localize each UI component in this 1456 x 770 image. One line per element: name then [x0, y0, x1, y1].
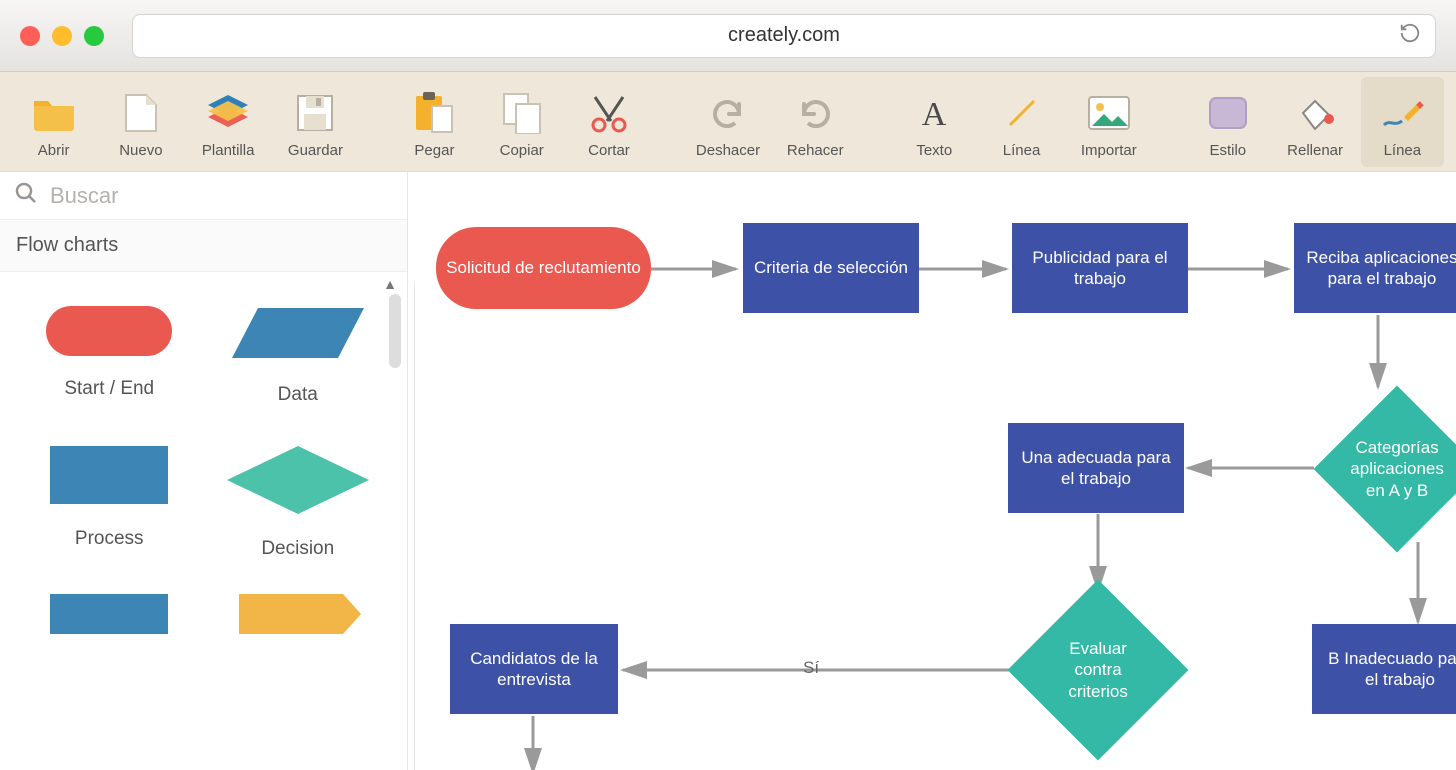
node-publicidad[interactable]: Publicidad para el trabajo [1012, 223, 1188, 313]
save-label: Guardar [288, 142, 343, 159]
scissors-icon [589, 90, 629, 136]
cut-label: Cortar [588, 142, 630, 159]
line-icon [1004, 90, 1040, 136]
new-file-icon [124, 90, 158, 136]
shape-label: Data [278, 384, 318, 406]
new-button[interactable]: Nuevo [99, 77, 182, 167]
node-reciba[interactable]: Reciba aplicaciones para el trabajo [1294, 223, 1456, 313]
node-label: Candidatos de la entrevista [460, 648, 608, 691]
style-button[interactable]: Estilo [1186, 77, 1269, 167]
copy-button[interactable]: Copiar [480, 77, 563, 167]
folder-icon [32, 90, 76, 136]
style-label: Estilo [1209, 142, 1246, 159]
copy-label: Copiar [500, 142, 544, 159]
save-button[interactable]: Guardar [274, 77, 357, 167]
shape-start-end[interactable]: Start / End [20, 300, 199, 406]
node-label: Publicidad para el trabajo [1022, 247, 1178, 290]
shape-extra-2[interactable] [209, 594, 388, 634]
shape-label: Start / End [64, 378, 154, 400]
text-label: Texto [916, 142, 952, 159]
node-label: B Inadecuado para el trabajo [1322, 648, 1456, 691]
url-text: creately.com [728, 24, 840, 47]
browser-chrome: creately.com [0, 0, 1456, 72]
maximize-window-button[interactable] [84, 26, 104, 46]
edge-label-si: Sí [803, 658, 819, 678]
node-label: Una adecuada para el trabajo [1018, 447, 1174, 490]
shape-data[interactable]: Data [209, 300, 388, 406]
url-bar[interactable]: creately.com [132, 14, 1436, 58]
new-label: Nuevo [119, 142, 162, 159]
reload-icon[interactable] [1399, 22, 1421, 50]
category-label: Flow charts [16, 234, 118, 257]
open-button[interactable]: Abrir [12, 77, 95, 167]
node-label: Categorías aplicaciones en A y B [1348, 437, 1446, 501]
shapes-category-header[interactable]: Flow charts [0, 220, 407, 272]
svg-text:A: A [922, 96, 947, 131]
paste-button[interactable]: Pegar [393, 77, 476, 167]
toolbar: Abrir Nuevo Plantilla Guardar Pegar Copi… [0, 72, 1456, 172]
shapes-sidebar: Flow charts ▲ Start / End Data Process [0, 172, 408, 770]
node-solicitud[interactable]: Solicitud de reclutamiento [436, 227, 651, 309]
text-button[interactable]: A Texto [893, 77, 976, 167]
close-window-button[interactable] [20, 26, 40, 46]
template-label: Plantilla [202, 142, 255, 159]
cut-button[interactable]: Cortar [567, 77, 650, 167]
clipboard-icon [414, 90, 454, 136]
template-button[interactable]: Plantilla [187, 77, 270, 167]
line-button[interactable]: Línea [980, 77, 1063, 167]
redo-button[interactable]: Rehacer [774, 77, 857, 167]
pencil-line-icon [1380, 90, 1424, 136]
shape-decision[interactable]: Decision [209, 440, 388, 560]
copy-icon [502, 90, 542, 136]
node-label: Evaluar contra criterios [1044, 638, 1152, 702]
shape-extra-1[interactable] [20, 594, 199, 634]
node-evaluar[interactable]: Evaluar contra criterios [1007, 579, 1188, 760]
shape-label: Process [75, 528, 144, 550]
undo-icon [709, 90, 747, 136]
fill-label: Rellenar [1287, 142, 1343, 159]
undo-label: Deshacer [696, 142, 760, 159]
image-icon [1088, 90, 1130, 136]
line-label: Línea [1003, 142, 1041, 159]
node-candidatos[interactable]: Candidatos de la entrevista [450, 624, 618, 714]
window-controls [20, 26, 104, 46]
fill-button[interactable]: Rellenar [1273, 77, 1356, 167]
text-icon: A [916, 90, 952, 136]
search-input[interactable] [50, 183, 393, 209]
undo-button[interactable]: Deshacer [686, 77, 769, 167]
node-label: Reciba aplicaciones para el trabajo [1304, 247, 1456, 290]
minimize-window-button[interactable] [52, 26, 72, 46]
shape-process[interactable]: Process [20, 440, 199, 560]
search-icon[interactable] [14, 181, 38, 210]
import-label: Importar [1081, 142, 1137, 159]
line-style-label: Línea [1384, 142, 1422, 159]
main-area: Flow charts ▲ Start / End Data Process [0, 172, 1456, 770]
redo-icon [796, 90, 834, 136]
node-label: Criteria de selección [754, 257, 908, 278]
paste-label: Pegar [414, 142, 454, 159]
node-adecuada[interactable]: Una adecuada para el trabajo [1008, 423, 1184, 513]
diagram-canvas[interactable]: Solicitud de reclutamiento Criteria de s… [408, 172, 1456, 770]
save-icon [296, 90, 334, 136]
style-icon [1208, 90, 1248, 136]
redo-label: Rehacer [787, 142, 844, 159]
scrollbar-thumb[interactable] [389, 294, 401, 368]
line-style-button[interactable]: Línea [1361, 77, 1444, 167]
shape-label: Decision [261, 538, 334, 560]
bucket-icon [1295, 90, 1335, 136]
node-categorias[interactable]: Categorías aplicaciones en A y B [1314, 386, 1456, 553]
layers-icon [206, 90, 250, 136]
scroll-up-icon[interactable]: ▲ [383, 276, 397, 292]
import-button[interactable]: Importar [1067, 77, 1150, 167]
search-row [0, 172, 407, 220]
node-criteria[interactable]: Criteria de selección [743, 223, 919, 313]
node-inad ecuado[interactable]: B Inadecuado para el trabajo [1312, 624, 1456, 714]
node-label: Solicitud de reclutamiento [446, 257, 641, 278]
shapes-panel: ▲ Start / End Data Process Decision [0, 272, 407, 770]
open-label: Abrir [38, 142, 70, 159]
